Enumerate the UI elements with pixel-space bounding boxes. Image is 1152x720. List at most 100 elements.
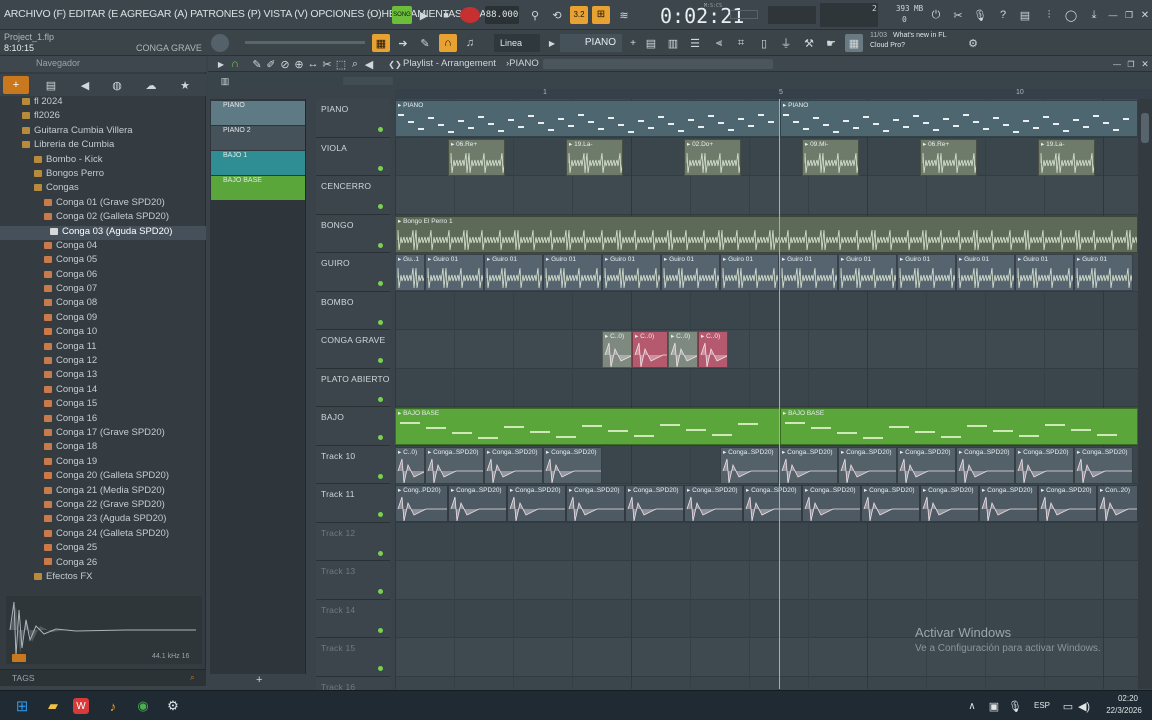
playlist-clip[interactable]: ▸ Guiro 01 (543, 254, 602, 291)
download-icon[interactable]: ⤓ (1085, 6, 1103, 24)
playlist-clip[interactable]: ▸ C..0) (668, 331, 698, 368)
track-header[interactable]: Track 13 (316, 561, 390, 600)
song-mode-button[interactable]: SONG (392, 6, 412, 24)
playlist-grid[interactable]: ▸ PIANO ▸ PIANO ▸ 06.Re+ ▸ 19.La- ▸ 02.Do+ ▸ … (395, 99, 1138, 715)
tempo-display[interactable]: 88.000 (485, 6, 519, 24)
browser-item[interactable]: Conga 20 (Galleta SPD20) (0, 470, 206, 484)
browser-item[interactable]: Conga 09 (0, 312, 206, 326)
playlist-clip[interactable]: ▸ Conga..SPD20) (838, 446, 897, 484)
record-button[interactable] (460, 7, 480, 23)
browser-item[interactable]: Congas (0, 182, 206, 196)
playlist-clip[interactable]: ▸ 06.Re+ (448, 138, 505, 176)
app-settings-icon[interactable]: ⚙ (163, 696, 183, 716)
track-lane[interactable] (395, 137, 1138, 176)
browser-item[interactable]: Bombo - Kick (0, 154, 206, 168)
playlist-clip[interactable]: ▸ Guiro 01 (956, 254, 1015, 291)
track-enable-led[interactable] (378, 589, 383, 594)
master-volume-knob[interactable] (211, 34, 229, 52)
track-enable-led[interactable] (378, 512, 383, 517)
browser-item[interactable]: Efectos FX (0, 571, 206, 585)
piano-roll-icon[interactable]: ▤ (642, 34, 660, 52)
playlist-clip[interactable]: ▸ C..0) (395, 446, 425, 484)
track-lane[interactable] (395, 599, 1138, 638)
playlist-scrollbar-top[interactable] (543, 59, 773, 69)
playlist-clip[interactable]: ▸ 19.La- (566, 138, 623, 176)
browser-item[interactable]: Conga 10 (0, 326, 206, 340)
playlist-clip[interactable]: ▸ Conga..SPD20) (802, 485, 861, 522)
playlist-headphone-icon[interactable]: ∩ (226, 55, 244, 73)
browser-item[interactable]: Conga 02 (Galleta SPD20) (0, 211, 206, 225)
bell-icon[interactable]: ♫ (461, 34, 479, 52)
playlist-clip[interactable]: ▸ Guiro 01 (425, 254, 484, 291)
playlist-clip[interactable]: ▸ Con..20) (1097, 485, 1138, 522)
plugin-icon[interactable]: ▯ (755, 34, 773, 52)
wps-office-icon[interactable]: W (73, 698, 89, 714)
play-icon[interactable]: ▶ (415, 6, 433, 24)
pencil-icon[interactable]: ✎ (416, 34, 434, 52)
file-explorer-icon[interactable]: ▰ (43, 696, 63, 716)
browser-cloud-icon[interactable]: ☁ (142, 76, 160, 94)
track-enable-led[interactable] (378, 550, 383, 556)
playlist-clip[interactable]: ▸ BAJO BASE (395, 408, 780, 445)
playlist-clip[interactable]: ▸ Guiro 01 (720, 254, 779, 291)
browser-item[interactable]: Conga 22 (Grave SPD20) (0, 499, 206, 513)
track-enable-led[interactable] (378, 204, 383, 209)
mixer-icon[interactable]: ⫶ (1040, 6, 1058, 24)
snap-select[interactable]: Linea (494, 34, 540, 52)
playlist-clip[interactable]: ▸ Conga..SPD20) (684, 485, 743, 522)
close-icon[interactable]: ✕ (1136, 6, 1152, 24)
browser-all-icon[interactable]: + (3, 76, 29, 94)
playlist-clip[interactable]: ▸ Guiro 01 (779, 254, 838, 291)
browser-item[interactable]: Conga 19 (0, 456, 206, 470)
playlist-view-icon[interactable]: ▦ (372, 34, 390, 52)
playlist-clip[interactable]: ▸ Guiro 01 (838, 254, 897, 291)
browser-item[interactable]: Libreria de Cumbia (0, 139, 206, 153)
track-enable-led[interactable] (378, 435, 383, 440)
pattern-item[interactable]: PIANO 2 (211, 126, 305, 150)
playlist-icon[interactable]: ☰ (686, 34, 704, 52)
playlist-clip[interactable]: ▸ Cong..PD20) (395, 485, 448, 522)
playlist-clip[interactable]: ▸ PIANO (395, 100, 780, 137)
playlist-clip[interactable]: ▸ Bongo El Perro 1 (395, 215, 1138, 253)
playlist-clip[interactable]: ▸ Gu..1 (395, 254, 425, 291)
track-enable-led[interactable] (378, 242, 383, 248)
scroll-thumb[interactable] (1141, 113, 1149, 143)
settings-gear-icon[interactable]: ⚙ (964, 34, 982, 52)
playlist-clip[interactable]: ▸ Conga..SPD20) (484, 446, 543, 484)
playlist-clip[interactable]: ▸ PIANO (780, 100, 1138, 137)
track-header[interactable]: Track 14 (316, 599, 390, 638)
microphone-icon[interactable]: 🎙 (971, 6, 989, 24)
browser-item[interactable]: fl 2024 (0, 96, 206, 110)
power-icon[interactable]: ⏻ (927, 6, 945, 24)
track-enable-led[interactable] (378, 165, 383, 171)
news-title[interactable]: What's new in FL (893, 32, 946, 39)
browser-files-icon[interactable]: ▤ (42, 76, 60, 94)
track-header[interactable]: Track 11 (316, 484, 390, 523)
mixer-faders-icon[interactable]: ⫷ (710, 34, 728, 52)
browser-item[interactable]: Conga 13 (0, 369, 206, 383)
tray-time[interactable]: 02:20 (1109, 694, 1147, 703)
browser-item[interactable]: fl2026 (0, 110, 206, 124)
tray-date[interactable]: 22/3/2026 (1101, 706, 1147, 715)
playlist-clip[interactable]: ▸ Conga..SPD20) (448, 485, 507, 522)
browser-star-icon[interactable]: ★ (176, 76, 194, 94)
browser-item[interactable]: Conga 01 (Grave SPD20) (0, 197, 206, 211)
playlist-clip[interactable]: ▸ Conga..SPD20) (543, 446, 602, 484)
pattern-step-display[interactable]: 3.2 (570, 6, 588, 24)
playlist-clip[interactable]: ▸ 09.Mi- (802, 138, 859, 176)
master-pitch-slider[interactable] (245, 41, 365, 44)
browser-item[interactable]: Conga 23 (Aguda SPD20) (0, 513, 206, 527)
pattern-picker-icon[interactable]: ▥ (216, 72, 234, 90)
track-lane[interactable] (395, 368, 1138, 407)
playlist-clip[interactable]: ▸ Guiro 01 (661, 254, 720, 291)
playlist-clip[interactable]: ▸ C..0) (602, 331, 632, 368)
tray-volume-icon[interactable]: ◀) (1074, 696, 1094, 716)
add-track-icon[interactable]: + (256, 674, 262, 686)
preview-play-icon[interactable] (12, 654, 26, 662)
browser-item[interactable]: Conga 15 (0, 398, 206, 412)
playlist-clip[interactable]: ▸ Conga..SPD20) (979, 485, 1038, 522)
vertical-scrollbar[interactable] (1138, 99, 1152, 689)
pattern-item[interactable]: PIANO (211, 101, 305, 125)
typing-keyboard-icon[interactable]: ⊞ (592, 6, 610, 24)
playlist-close-icon[interactable]: ✕ (1136, 55, 1152, 73)
